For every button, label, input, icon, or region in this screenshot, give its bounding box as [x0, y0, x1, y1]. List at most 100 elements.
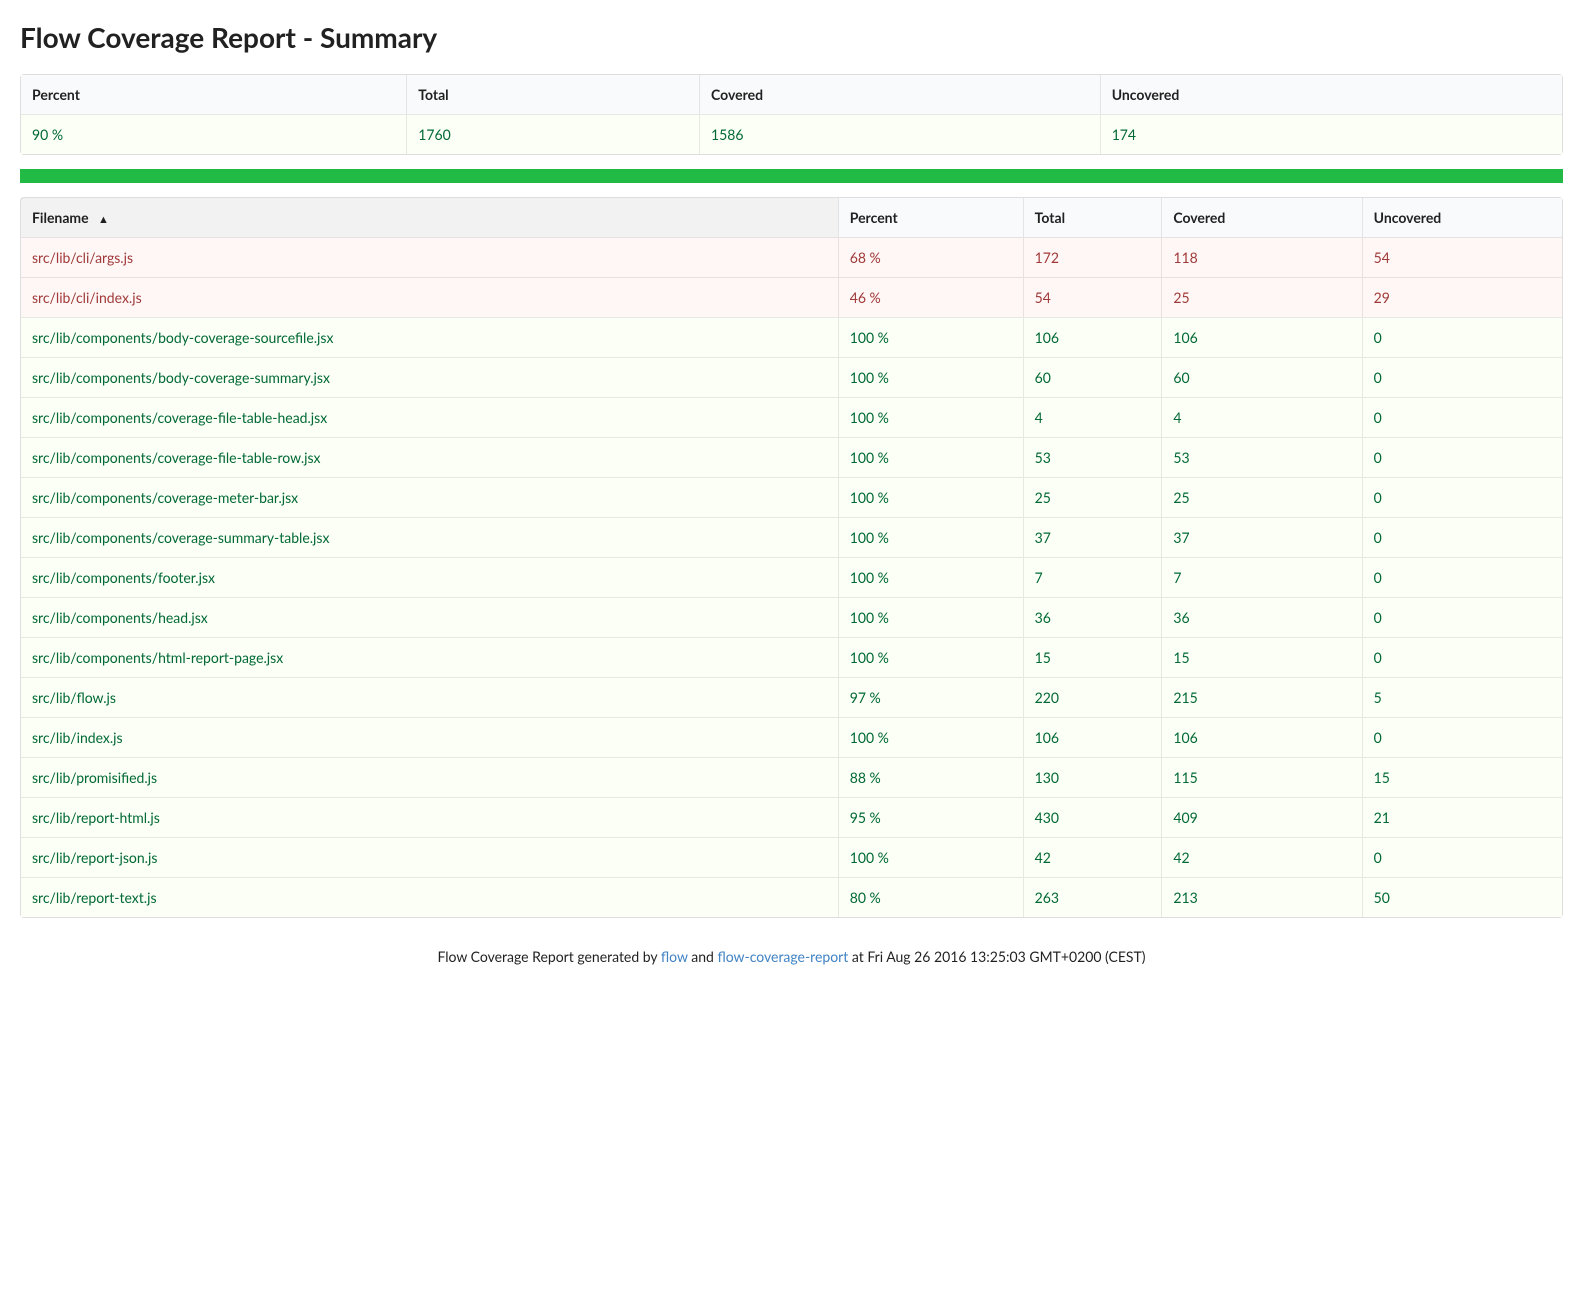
summary-total: 1760	[406, 114, 699, 154]
cell-total: 263	[1023, 877, 1162, 917]
summary-covered: 1586	[699, 114, 1100, 154]
summary-percent: 90 %	[21, 114, 406, 154]
cell-percent: 88 %	[838, 757, 1023, 797]
cell-covered: 106	[1161, 317, 1361, 357]
cell-percent: 95 %	[838, 797, 1023, 837]
cell-uncovered: 0	[1362, 557, 1562, 597]
cell-total: 220	[1023, 677, 1162, 717]
table-row: src/lib/components/coverage-file-table-r…	[21, 437, 1562, 477]
footer-prefix: Flow Coverage Report generated by	[437, 948, 660, 965]
table-row: src/lib/components/head.jsx100 %36360	[21, 597, 1562, 637]
cell-uncovered: 0	[1362, 517, 1562, 557]
table-row: src/lib/components/coverage-meter-bar.js…	[21, 477, 1562, 517]
cell-total: 37	[1023, 517, 1162, 557]
cell-uncovered: 0	[1362, 597, 1562, 637]
files-header-filename-label: Filename	[32, 209, 89, 226]
cell-total: 7	[1023, 557, 1162, 597]
summary-row: 90 % 1760 1586 174	[21, 114, 1562, 154]
table-row: src/lib/components/coverage-file-table-h…	[21, 397, 1562, 437]
cell-total: 42	[1023, 837, 1162, 877]
cell-filename[interactable]: src/lib/report-json.js	[21, 837, 838, 877]
cell-covered: 36	[1161, 597, 1361, 637]
cell-covered: 215	[1161, 677, 1361, 717]
table-row: src/lib/report-json.js100 %42420	[21, 837, 1562, 877]
cell-covered: 409	[1161, 797, 1361, 837]
footer-link-flow[interactable]: flow	[661, 948, 688, 965]
files-header-percent[interactable]: Percent	[838, 198, 1023, 237]
cell-filename[interactable]: src/lib/cli/args.js	[21, 237, 838, 277]
cell-uncovered: 0	[1362, 357, 1562, 397]
table-row: src/lib/report-text.js80 %26321350	[21, 877, 1562, 917]
cell-uncovered: 21	[1362, 797, 1562, 837]
cell-covered: 53	[1161, 437, 1361, 477]
cell-uncovered: 5	[1362, 677, 1562, 717]
cell-filename[interactable]: src/lib/index.js	[21, 717, 838, 757]
files-header-filename[interactable]: Filename ▲	[21, 198, 838, 237]
cell-uncovered: 0	[1362, 397, 1562, 437]
cell-filename[interactable]: src/lib/components/coverage-file-table-r…	[21, 437, 838, 477]
summary-uncovered: 174	[1100, 114, 1562, 154]
cell-total: 130	[1023, 757, 1162, 797]
cell-filename[interactable]: src/lib/components/footer.jsx	[21, 557, 838, 597]
cell-percent: 100 %	[838, 517, 1023, 557]
cell-covered: 25	[1161, 277, 1361, 317]
files-header-total[interactable]: Total	[1023, 198, 1162, 237]
cell-uncovered: 54	[1362, 237, 1562, 277]
table-row: src/lib/promisified.js88 %13011515	[21, 757, 1562, 797]
cell-uncovered: 15	[1362, 757, 1562, 797]
cell-filename[interactable]: src/lib/components/coverage-file-table-h…	[21, 397, 838, 437]
cell-percent: 80 %	[838, 877, 1023, 917]
cell-total: 54	[1023, 277, 1162, 317]
cell-total: 60	[1023, 357, 1162, 397]
cell-filename[interactable]: src/lib/components/html-report-page.jsx	[21, 637, 838, 677]
summary-header-uncovered: Uncovered	[1100, 75, 1562, 114]
cell-covered: 60	[1161, 357, 1361, 397]
summary-table: Percent Total Covered Uncovered 90 % 176…	[20, 74, 1563, 155]
files-header-uncovered[interactable]: Uncovered	[1362, 198, 1562, 237]
table-row: src/lib/components/coverage-summary-tabl…	[21, 517, 1562, 557]
table-row: src/lib/index.js100 %1061060	[21, 717, 1562, 757]
cell-filename[interactable]: src/lib/cli/index.js	[21, 277, 838, 317]
cell-total: 25	[1023, 477, 1162, 517]
cell-covered: 4	[1161, 397, 1361, 437]
cell-uncovered: 0	[1362, 317, 1562, 357]
cell-uncovered: 50	[1362, 877, 1562, 917]
table-row: src/lib/components/footer.jsx100 %770	[21, 557, 1562, 597]
cell-covered: 118	[1161, 237, 1361, 277]
cell-uncovered: 0	[1362, 717, 1562, 757]
cell-total: 36	[1023, 597, 1162, 637]
cell-uncovered: 0	[1362, 837, 1562, 877]
cell-filename[interactable]: src/lib/components/body-coverage-sourcef…	[21, 317, 838, 357]
table-row: src/lib/components/body-coverage-summary…	[21, 357, 1562, 397]
cell-filename[interactable]: src/lib/components/body-coverage-summary…	[21, 357, 838, 397]
cell-percent: 100 %	[838, 837, 1023, 877]
cell-filename[interactable]: src/lib/components/coverage-meter-bar.js…	[21, 477, 838, 517]
cell-percent: 100 %	[838, 557, 1023, 597]
cell-percent: 100 %	[838, 477, 1023, 517]
cell-covered: 7	[1161, 557, 1361, 597]
cell-total: 106	[1023, 717, 1162, 757]
cell-covered: 106	[1161, 717, 1361, 757]
cell-filename[interactable]: src/lib/report-html.js	[21, 797, 838, 837]
cell-percent: 100 %	[838, 597, 1023, 637]
footer-link-flow-coverage-report[interactable]: flow-coverage-report	[717, 948, 848, 965]
footer-and: and	[688, 948, 718, 965]
cell-filename[interactable]: src/lib/report-text.js	[21, 877, 838, 917]
cell-filename[interactable]: src/lib/promisified.js	[21, 757, 838, 797]
files-header-covered[interactable]: Covered	[1161, 198, 1361, 237]
cell-uncovered: 0	[1362, 637, 1562, 677]
table-row: src/lib/report-html.js95 %43040921	[21, 797, 1562, 837]
cell-uncovered: 0	[1362, 477, 1562, 517]
cell-filename[interactable]: src/lib/components/coverage-summary-tabl…	[21, 517, 838, 557]
table-row: src/lib/components/html-report-page.jsx1…	[21, 637, 1562, 677]
cell-filename[interactable]: src/lib/flow.js	[21, 677, 838, 717]
cell-total: 172	[1023, 237, 1162, 277]
cell-filename[interactable]: src/lib/components/head.jsx	[21, 597, 838, 637]
cell-percent: 100 %	[838, 637, 1023, 677]
cell-total: 15	[1023, 637, 1162, 677]
summary-header-percent: Percent	[21, 75, 406, 114]
coverage-meter-bar	[20, 169, 1563, 183]
summary-header-total: Total	[406, 75, 699, 114]
cell-percent: 46 %	[838, 277, 1023, 317]
cell-percent: 100 %	[838, 437, 1023, 477]
